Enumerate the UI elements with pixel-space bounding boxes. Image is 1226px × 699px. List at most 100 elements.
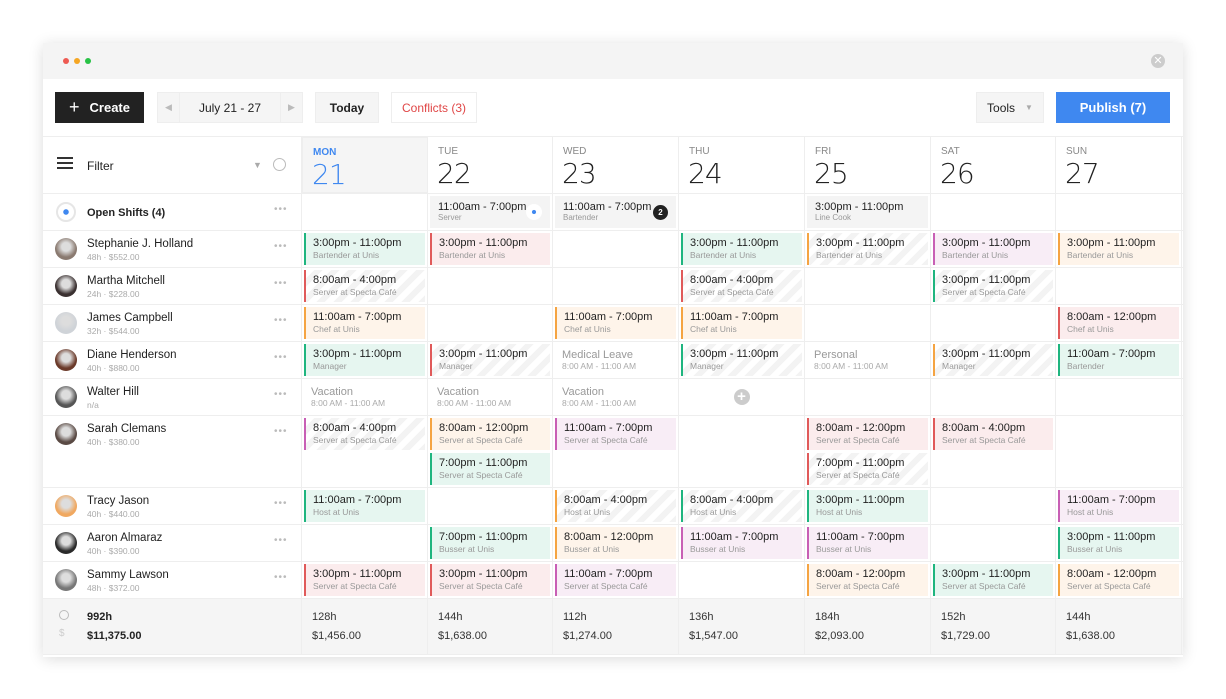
time-off[interactable]: Personal 8:00 AM - 11:00 AM — [814, 349, 888, 371]
shift-block[interactable]: 7:00pm - 11:00pm Server at Specta Café — [430, 453, 550, 485]
schedule-cell[interactable]: 3:00pm - 11:00pm Manager — [931, 342, 1056, 378]
employee-name[interactable]: Tracy Jason — [87, 495, 149, 507]
employee-name[interactable]: Aaron Almaraz — [87, 532, 162, 544]
shift-block[interactable]: 3:00pm - 11:00pm Bartender at Unis — [933, 233, 1053, 265]
schedule-cell[interactable] — [1056, 268, 1182, 304]
avatar[interactable] — [55, 532, 77, 554]
employee-name[interactable]: James Campbell — [87, 312, 173, 324]
schedule-cell[interactable]: 11:00am - 7:00pm Chef at Unis — [553, 305, 679, 341]
schedule-cell[interactable]: Personal 8:00 AM - 11:00 AM — [805, 342, 931, 378]
tools-dropdown[interactable]: Tools ▼ — [976, 92, 1044, 123]
add-shift-icon[interactable]: + — [733, 389, 750, 405]
shift-block[interactable]: 11:00am - 7:00pm Host at Unis — [304, 490, 425, 522]
schedule-cell[interactable]: 8:00am - 4:00pm Server at Specta Café — [931, 416, 1056, 487]
shift-block[interactable]: 3:00pm - 11:00pm Host at Unis — [807, 490, 928, 522]
schedule-cell[interactable]: 11:00am - 7:00pm Chef at Unis — [679, 305, 805, 341]
schedule-cell[interactable]: 3:00pm - 11:00pm Server at Specta Café — [931, 562, 1056, 598]
schedule-cell[interactable]: 3:00pm - 11:00pm Bartender at Unis — [428, 231, 553, 267]
filter-label[interactable]: Filter — [87, 159, 114, 173]
open-shift-cell[interactable]: 11:00am - 7:00pm Server — [428, 194, 553, 230]
schedule-cell[interactable]: 3:00pm - 11:00pm Busser at Unis — [1056, 525, 1182, 561]
schedule-cell[interactable]: 8:00am - 4:00pm Host at Unis — [679, 488, 805, 524]
avatar[interactable] — [55, 386, 77, 408]
more-options-icon[interactable]: ••• — [274, 241, 288, 252]
shift-block[interactable]: 8:00am - 4:00pm Server at Specta Café — [681, 270, 802, 302]
more-options-icon[interactable]: ••• — [274, 315, 288, 326]
shift-block[interactable]: 8:00am - 12:00pm Busser at Unis — [555, 527, 676, 559]
assign-dot-icon[interactable] — [526, 204, 542, 220]
schedule-cell[interactable] — [931, 488, 1056, 524]
schedule-cell[interactable] — [805, 379, 931, 415]
avatar[interactable] — [55, 238, 77, 260]
schedule-cell[interactable]: 3:00pm - 11:00pm Bartender at Unis — [1056, 231, 1182, 267]
close-window-dot[interactable] — [63, 58, 69, 64]
shift-block[interactable]: 11:00am - 7:00pm Chef at Unis — [555, 307, 676, 339]
shift-block[interactable]: 11:00am - 7:00pm Host at Unis — [1058, 490, 1179, 522]
schedule-cell[interactable]: 3:00pm - 11:00pm Manager — [679, 342, 805, 378]
shift-block[interactable]: 3:00pm - 11:00pm Server at Specta Café — [933, 564, 1053, 596]
avatar[interactable] — [55, 495, 77, 517]
close-icon[interactable]: ✕ — [1151, 54, 1165, 68]
shift-block[interactable]: 3:00pm - 11:00pm Manager — [681, 344, 802, 376]
schedule-cell[interactable]: 8:00am - 4:00pm Server at Specta Café — [302, 268, 428, 304]
shift-block[interactable]: 3:00pm - 11:00pm Server at Specta Café — [304, 564, 425, 596]
schedule-cell[interactable] — [302, 525, 428, 561]
schedule-cell[interactable]: 7:00pm - 11:00pm Busser at Unis — [428, 525, 553, 561]
schedule-cell[interactable]: 8:00am - 4:00pm Server at Specta Café — [302, 416, 428, 487]
open-shift-cell[interactable] — [931, 194, 1056, 230]
open-shift-cell[interactable]: 3:00pm - 11:00pm Line Cook — [805, 194, 931, 230]
conflicts-button[interactable]: Conflicts (3) — [391, 92, 477, 123]
schedule-cell[interactable]: 11:00am - 7:00pm Host at Unis — [302, 488, 428, 524]
more-options-icon[interactable]: ••• — [274, 352, 288, 363]
open-shift-cell[interactable] — [679, 194, 805, 230]
shift-block[interactable]: 11:00am - 7:00pm Chef at Unis — [681, 307, 802, 339]
schedule-cell[interactable]: 8:00am - 12:00pm Server at Specta Café 7:0… — [805, 416, 931, 487]
schedule-cell[interactable]: 3:00pm - 11:00pm Host at Unis — [805, 488, 931, 524]
schedule-cell[interactable]: 3:00pm - 11:00pm Bartender at Unis — [931, 231, 1056, 267]
schedule-cell[interactable]: 8:00am - 12:00pm Server at Specta Café — [805, 562, 931, 598]
filter-dropdown-icon[interactable]: ▼ — [253, 160, 262, 170]
shift-block[interactable]: 3:00pm - 11:00pm Manager — [933, 344, 1053, 376]
schedule-cell[interactable] — [931, 305, 1056, 341]
shift-block[interactable]: 7:00pm - 11:00pm Server at Specta Café — [807, 453, 928, 485]
schedule-cell[interactable] — [805, 268, 931, 304]
schedule-cell[interactable]: 11:00am - 7:00pm Server at Specta Café — [553, 416, 679, 487]
shift-block[interactable]: 8:00am - 12:00pm Server at Specta Café — [430, 418, 550, 450]
shift-block[interactable]: 8:00am - 12:00pm Server at Specta Café — [1058, 564, 1179, 596]
shift-block[interactable]: 8:00am - 4:00pm Server at Specta Café — [304, 418, 425, 450]
schedule-cell[interactable]: Vacation 8:00 AM - 11:00 AM — [553, 379, 679, 415]
open-shift-cell[interactable]: 11:00am - 7:00pm Bartender 2 — [553, 194, 679, 230]
employee-name[interactable]: Stephanie J. Holland — [87, 238, 193, 250]
shift-block[interactable]: 8:00am - 4:00pm Host at Unis — [681, 490, 802, 522]
open-shift[interactable]: 11:00am - 7:00pm Bartender 2 — [555, 196, 676, 228]
schedule-cell[interactable] — [428, 268, 553, 304]
schedule-cell[interactable] — [931, 525, 1056, 561]
time-off[interactable]: Medical Leave 8:00 AM - 11:00 AM — [562, 349, 636, 371]
more-options-icon[interactable]: ••• — [274, 389, 288, 400]
create-button[interactable]: + Create — [55, 92, 144, 123]
time-off[interactable]: Vacation 8:00 AM - 11:00 AM — [437, 386, 511, 408]
more-options-icon[interactable]: ••• — [274, 498, 288, 509]
schedule-cell[interactable]: Medical Leave 8:00 AM - 11:00 AM — [553, 342, 679, 378]
schedule-cell[interactable] — [805, 305, 931, 341]
employee-name[interactable]: Diane Henderson — [87, 349, 177, 361]
next-week-icon[interactable]: ▶ — [280, 93, 302, 122]
schedule-cell[interactable]: Vacation 8:00 AM - 11:00 AM — [302, 379, 428, 415]
open-shift[interactable]: 3:00pm - 11:00pm Line Cook — [807, 196, 928, 228]
shift-block[interactable]: 3:00pm - 11:00pm Bartender at Unis — [304, 233, 425, 265]
employee-name[interactable]: Sarah Clemans — [87, 423, 166, 435]
schedule-cell[interactable] — [553, 268, 679, 304]
schedule-cell[interactable]: Vacation 8:00 AM - 11:00 AM — [428, 379, 553, 415]
shift-block[interactable]: 7:00pm - 11:00pm Busser at Unis — [430, 527, 550, 559]
schedule-cell[interactable]: 8:00am - 12:00pm Server at Specta Café — [1056, 562, 1182, 598]
schedule-cell[interactable]: 8:00am - 12:00pm Chef at Unis — [1056, 305, 1182, 341]
shift-block[interactable]: 3:00pm - 11:00pm Bartender at Unis — [807, 233, 928, 265]
date-range-label[interactable]: July 21 - 27 — [199, 101, 261, 115]
more-options-icon[interactable]: ••• — [274, 535, 288, 546]
time-off[interactable]: Vacation 8:00 AM - 11:00 AM — [311, 386, 385, 408]
avatar[interactable] — [55, 275, 77, 297]
employee-name[interactable]: Walter Hill — [87, 386, 139, 398]
schedule-cell[interactable] — [428, 488, 553, 524]
schedule-cell[interactable]: 8:00am - 4:00pm Host at Unis — [553, 488, 679, 524]
schedule-cell[interactable]: 11:00am - 7:00pm Chef at Unis — [302, 305, 428, 341]
